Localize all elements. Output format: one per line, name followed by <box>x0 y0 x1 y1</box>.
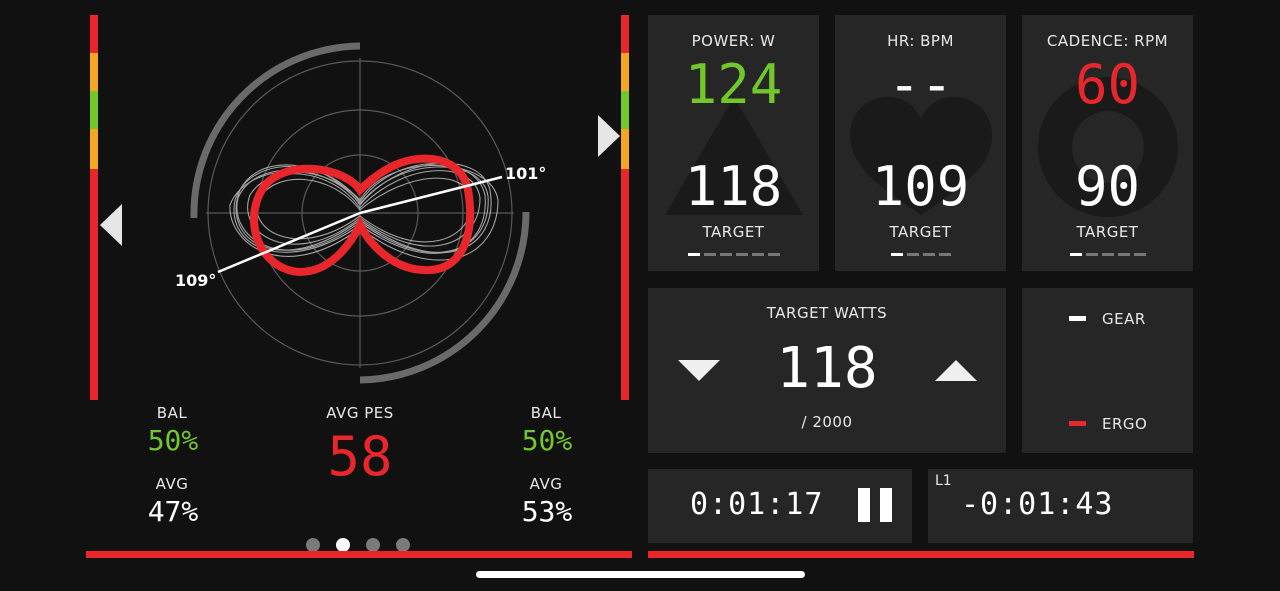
elapsed-timer-panel: 0:01:17 <box>648 469 912 543</box>
ergo-mode-indicator <box>1069 421 1086 426</box>
power-target-label: TARGET <box>702 223 765 241</box>
ergo-mode-label[interactable]: ERGO <box>1102 415 1147 433</box>
gear-mode-label[interactable]: GEAR <box>1102 310 1146 328</box>
angle-right-label: 101° <box>505 164 547 183</box>
target-watts-value: 118 <box>776 336 878 401</box>
home-indicator[interactable] <box>476 571 805 578</box>
target-watts-max: / 2000 <box>801 413 853 431</box>
cadence-value: 60 <box>1074 53 1141 116</box>
avg-pes-value: 58 <box>327 425 393 488</box>
pedal-stroke-polar-plot <box>190 42 530 384</box>
power-panel[interactable]: POWER: W 124 118 TARGET <box>648 15 819 271</box>
cadence-target-progress <box>1022 253 1193 256</box>
right-zone-bar <box>621 15 629 400</box>
pause-icon[interactable] <box>858 488 892 522</box>
hr-target-value: 109 <box>871 155 970 218</box>
previous-page-arrow-icon[interactable] <box>100 204 122 246</box>
page-dot[interactable] <box>396 538 410 552</box>
gear-mode-indicator <box>1069 316 1086 321</box>
avg-left-label: AVG <box>155 475 189 493</box>
increase-target-button[interactable] <box>935 360 977 381</box>
page-indicator[interactable] <box>306 538 410 552</box>
target-watts-panel: TARGET WATTS 118 / 2000 <box>648 288 1006 453</box>
decrease-target-button[interactable] <box>678 360 720 381</box>
avg-right-value: 53% <box>521 495 573 528</box>
avg-left-value: 47% <box>147 495 199 528</box>
hr-target-label: TARGET <box>889 223 952 241</box>
page-dot-active[interactable] <box>336 538 350 552</box>
hr-value: -- <box>887 53 954 116</box>
mode-panel[interactable]: GEAR ERGO <box>1022 288 1193 453</box>
bal-right-value: 50% <box>521 424 573 457</box>
elapsed-time: 0:01:17 <box>690 487 824 522</box>
bal-left-label: BAL <box>156 404 188 422</box>
lap-remaining-time: -0:01:43 <box>961 487 1114 522</box>
left-bottom-bar <box>86 551 632 558</box>
avg-right-label: AVG <box>529 475 563 493</box>
cadence-label: CADENCE: RPM <box>1046 32 1169 50</box>
cadence-target-label: TARGET <box>1076 223 1139 241</box>
angle-left-label: 109° <box>175 271 217 290</box>
hr-target-progress <box>835 253 1006 256</box>
lap-timer-panel: L1 -0:01:43 <box>928 469 1193 543</box>
page-dot[interactable] <box>366 538 380 552</box>
target-watts-label: TARGET WATTS <box>766 304 888 322</box>
power-target-progress <box>648 253 819 256</box>
next-page-arrow-icon[interactable] <box>598 115 620 157</box>
power-label: POWER: W <box>691 32 776 50</box>
page-dot[interactable] <box>306 538 320 552</box>
power-value: 124 <box>684 53 783 116</box>
cadence-panel[interactable]: CADENCE: RPM 60 90 TARGET <box>1022 15 1193 271</box>
power-target-value: 118 <box>684 155 783 218</box>
bal-right-label: BAL <box>530 404 562 422</box>
hr-label: HR: BPM <box>887 32 954 50</box>
lap-label: L1 <box>935 473 952 489</box>
left-zone-bar <box>90 15 98 400</box>
current-stroke-trace <box>250 154 475 277</box>
cadence-target-value: 90 <box>1074 155 1141 218</box>
right-bottom-bar <box>648 551 1194 558</box>
hr-panel[interactable]: HR: BPM -- 109 TARGET <box>835 15 1006 271</box>
avg-pes-label: AVG PES <box>326 404 394 422</box>
bal-left-value: 50% <box>147 424 199 457</box>
